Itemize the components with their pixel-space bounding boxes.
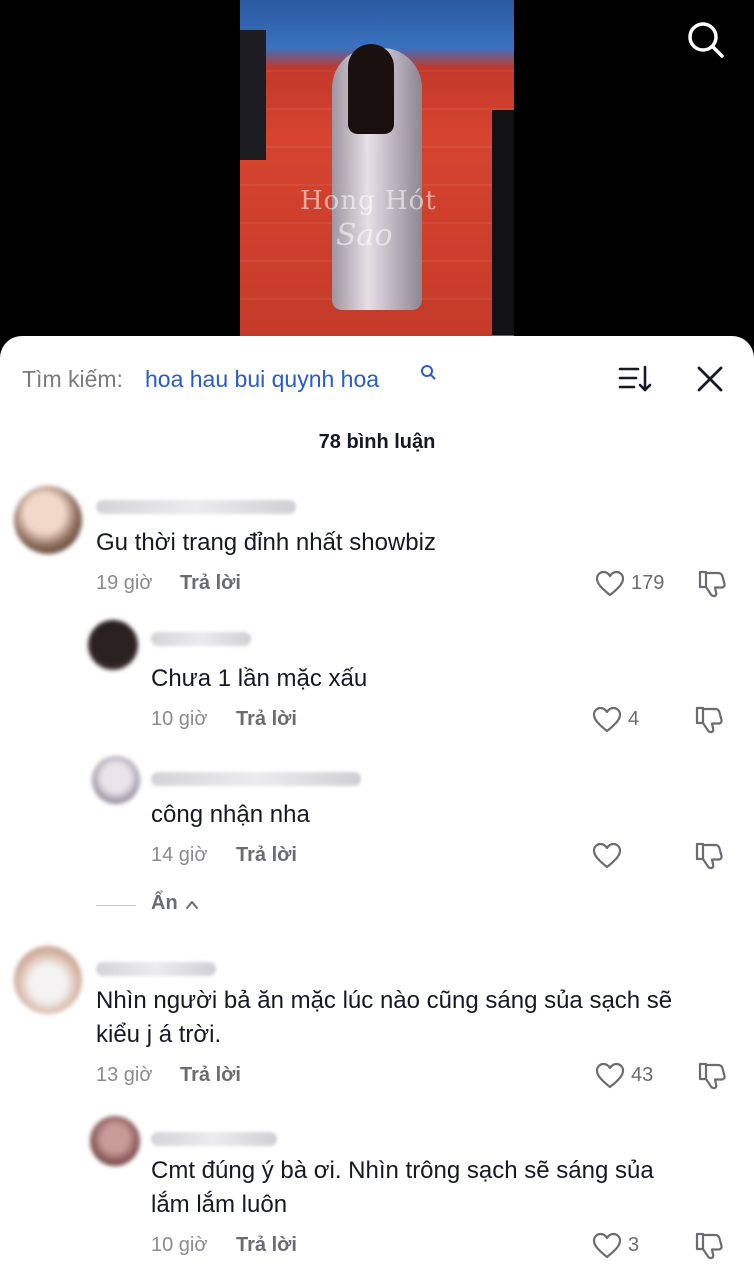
watermark-line2: Sao — [336, 218, 393, 253]
like-button[interactable]: 3 — [592, 1230, 682, 1262]
reply-item: Chưa 1 lần mặc xấu 10 giờ Trả lời 4 — [0, 620, 754, 734]
watermark-line1: Hong Hót — [300, 186, 437, 216]
like-count: 3 — [628, 1234, 640, 1256]
heart-icon — [592, 1232, 622, 1259]
video-frame: Hong Hót Sao — [240, 0, 514, 340]
username[interactable] — [96, 500, 296, 514]
heart-icon — [595, 570, 625, 597]
reply-item: công nhận nha 14 giờ Trả lời — [0, 756, 754, 870]
comment-time: 10 giờ — [151, 1234, 208, 1256]
search-mini-icon — [420, 364, 436, 380]
background-person — [240, 30, 266, 160]
hide-replies-button[interactable]: Ẩn — [96, 892, 296, 920]
like-button[interactable]: 4 — [592, 704, 682, 736]
reply-button[interactable]: Trả lời — [236, 844, 297, 867]
username[interactable] — [96, 962, 216, 976]
search-suggestion-link[interactable]: hoa hau bui quynh hoa — [145, 366, 379, 393]
comment-text-line2: kiểu j á trời. — [96, 1021, 222, 1048]
comment-text: Chưa 1 lần mặc xấu — [151, 665, 368, 692]
comment-count: 78 bình luận — [318, 431, 436, 453]
avatar[interactable] — [14, 946, 82, 1014]
thumbs-down-icon[interactable] — [696, 1060, 728, 1092]
heart-icon — [595, 1062, 625, 1089]
username[interactable] — [151, 1132, 277, 1146]
thumbs-down-icon[interactable] — [693, 840, 725, 872]
thumbs-down-icon[interactable] — [693, 704, 725, 736]
search-icon[interactable] — [686, 20, 726, 60]
comment-item: Nhìn người bả ăn mặc lúc nào cũng sáng s… — [0, 942, 754, 1102]
comment-time: 10 giờ — [151, 708, 208, 730]
reply-item: Cmt đúng ý bà ơi. Nhìn trông sạch sẽ sán… — [0, 1112, 754, 1272]
reply-button[interactable]: Trả lời — [180, 572, 241, 595]
heart-icon — [592, 842, 622, 869]
comment-time: 14 giờ — [151, 844, 208, 866]
username[interactable] — [151, 632, 251, 646]
avatar[interactable] — [90, 1116, 140, 1166]
comment-text-line2: lắm lắm luôn — [151, 1191, 288, 1218]
comment-time: 19 giờ — [96, 572, 153, 594]
search-label: Tìm kiếm: — [22, 366, 123, 392]
comment-text: Gu thời trang đỉnh nhất showbiz — [96, 529, 436, 556]
thumbs-down-icon[interactable] — [693, 1230, 725, 1262]
avatar[interactable] — [92, 756, 140, 804]
sort-icon[interactable] — [618, 364, 652, 394]
like-button[interactable] — [592, 840, 682, 872]
thumbs-down-icon[interactable] — [696, 568, 728, 600]
comment-text: Cmt đúng ý bà ơi. Nhìn trông sạch sẽ sán… — [151, 1157, 654, 1184]
video-player[interactable]: Hong Hót Sao — [0, 0, 754, 345]
avatar[interactable] — [88, 620, 138, 670]
like-button[interactable]: 43 — [595, 1060, 685, 1092]
like-count: 4 — [628, 708, 640, 730]
like-count: 43 — [631, 1064, 654, 1086]
comment-text: Nhìn người bả ăn mặc lúc nào cũng sáng s… — [96, 987, 673, 1014]
reply-button[interactable]: Trả lời — [236, 708, 297, 731]
comment-time: 13 giờ — [96, 1064, 153, 1086]
reply-button[interactable]: Trả lời — [236, 1234, 297, 1257]
comments-sheet: Tìm kiếm: hoa hau bui quynh hoa 78 bình — [0, 336, 754, 1280]
comment-item: Gu thời trang đỉnh nhất showbiz 19 giờ T… — [0, 486, 754, 598]
avatar[interactable] — [14, 486, 82, 554]
woman-hair — [348, 44, 394, 134]
chevron-up-icon — [185, 898, 199, 912]
comments-header: Tìm kiếm: hoa hau bui quynh hoa 78 bình — [0, 336, 754, 453]
divider — [96, 905, 136, 906]
like-count: 179 — [631, 572, 665, 594]
close-icon[interactable] — [695, 364, 725, 394]
comment-text: công nhận nha — [151, 801, 310, 828]
heart-icon — [592, 706, 622, 733]
like-button[interactable]: 179 — [595, 568, 685, 600]
username[interactable] — [151, 772, 361, 786]
background-person — [492, 110, 514, 335]
hide-replies-label: Ẩn — [151, 892, 178, 914]
reply-button[interactable]: Trả lời — [180, 1064, 241, 1087]
